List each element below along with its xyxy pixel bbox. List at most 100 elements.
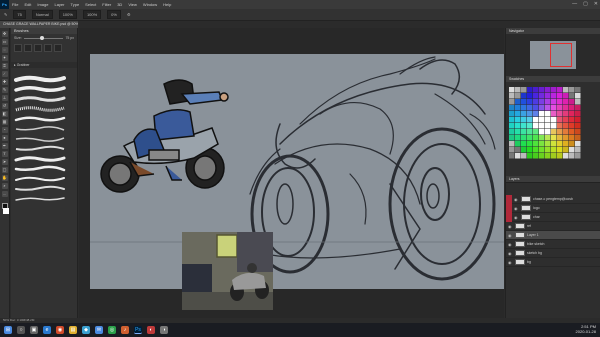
eraser-tool-icon[interactable]: ◧ [1,111,8,117]
color-swatch[interactable] [569,117,575,123]
color-swatch[interactable] [575,153,581,159]
brush-preset[interactable] [14,170,74,182]
layer-row[interactable]: ◉ chase-c pengtemp@oosb [506,194,600,204]
path-select-tool-icon[interactable]: ➤ [1,159,8,165]
taskbar-app-icon[interactable]: ◐ [147,326,155,334]
layer-row[interactable]: ◉ logo [506,203,600,213]
menu-image[interactable]: Image [34,2,51,7]
navigator-viewport[interactable] [550,43,572,67]
color-swatch[interactable] [527,111,533,117]
color-swatch[interactable] [569,129,575,135]
layer-row[interactable]: ◉ bg [506,258,600,267]
blend-mode-select[interactable]: Normal [31,10,53,19]
color-swatch[interactable] [515,105,521,111]
color-swatch[interactable] [521,105,527,111]
maximize-button[interactable]: ▢ [583,1,588,7]
brush-preset[interactable] [14,90,74,102]
color-swatch[interactable] [533,87,539,93]
pen-tool-icon[interactable]: ✒ [1,143,8,149]
color-swatch[interactable] [557,105,563,111]
flow-field[interactable]: 100% [82,10,102,19]
color-swatch[interactable] [575,99,581,105]
history-brush-tool-icon[interactable]: ↺ [1,103,8,109]
move-tool-icon[interactable]: ✥ [1,31,8,37]
taskbar-app-icon[interactable]: Ps [134,326,142,334]
color-swatch[interactable] [509,147,515,153]
color-swatch[interactable] [515,93,521,99]
color-swatch[interactable] [575,123,581,129]
lasso-tool-icon[interactable]: ◌ [1,47,8,53]
color-swatch[interactable] [527,105,533,111]
color-swatch[interactable] [545,135,551,141]
color-swatch[interactable] [527,117,533,123]
color-swatch[interactable] [539,105,545,111]
color-swatch[interactable] [563,93,569,99]
recent-brush[interactable] [14,44,22,52]
layer-row[interactable]: ◉ ref [506,222,600,231]
navigator-panel[interactable] [506,34,600,76]
color-swatch[interactable] [563,147,569,153]
eyedropper-tool-icon[interactable]: ⁄ [1,71,8,77]
color-swatch[interactable] [563,135,569,141]
color-swatch[interactable] [545,99,551,105]
menu-file[interactable]: File [9,2,21,7]
stamp-tool-icon[interactable]: ⊥ [1,95,8,101]
color-swatch[interactable] [521,93,527,99]
taskbar-app-icon[interactable]: ✉ [95,326,103,334]
color-swatch[interactable] [539,111,545,117]
color-swatch[interactable] [569,141,575,147]
menu-view[interactable]: View [125,2,140,7]
recent-brush[interactable] [34,44,42,52]
zoom-tool-icon[interactable]: ⌕ [1,183,8,189]
brush-tool-icon[interactable]: ✎ [4,12,7,17]
color-wheel[interactable] [509,87,581,159]
color-swatch[interactable] [509,87,515,93]
dodge-tool-icon[interactable]: ● [1,135,8,141]
start-button[interactable]: ⊞ [4,326,12,334]
background-color-swatch[interactable] [3,208,9,214]
color-swatch[interactable] [509,111,515,117]
eye-icon[interactable]: ◉ [514,197,519,202]
color-swatch[interactable] [545,153,551,159]
color-swatch[interactable] [551,135,557,141]
color-swatch[interactable] [533,129,539,135]
color-swatch[interactable] [521,111,527,117]
color-swatch[interactable] [521,87,527,93]
document-tab[interactable]: CHASE GRACE WALLPAPER BIKE.psd @ 50% (La… [0,21,78,28]
brush-preset[interactable] [14,150,74,162]
color-swatch[interactable] [569,93,575,99]
color-swatch[interactable] [533,117,539,123]
color-swatch[interactable] [575,147,581,153]
type-tool-icon[interactable]: T [1,151,8,157]
color-swatch[interactable] [533,93,539,99]
menu-type[interactable]: Type [68,2,83,7]
color-swatch[interactable] [551,141,557,147]
color-swatch[interactable] [539,129,545,135]
color-swatch[interactable] [515,117,521,123]
close-button[interactable]: ✕ [594,1,598,7]
brush-preset[interactable] [14,80,74,93]
color-swatch[interactable] [557,93,563,99]
color-swatch[interactable] [509,93,515,99]
color-swatch[interactable] [563,153,569,159]
marquee-tool-icon[interactable]: ▭ [1,39,8,45]
gear-icon[interactable]: ⚙ [127,12,131,17]
color-swatch[interactable] [515,123,521,129]
color-swatch[interactable] [515,147,521,153]
color-swatch[interactable] [509,123,515,129]
color-swatch[interactable] [515,87,521,93]
color-swatch[interactable] [569,99,575,105]
color-swatch[interactable] [539,93,545,99]
eye-icon[interactable]: ◉ [514,215,519,220]
recent-brush[interactable] [24,44,32,52]
brush-preset[interactable] [14,110,74,122]
color-swatch[interactable] [569,111,575,117]
color-swatch[interactable] [533,123,539,129]
color-swatch[interactable] [557,99,563,105]
color-swatch[interactable] [539,117,545,123]
taskbar-app-icon[interactable]: e [43,326,51,334]
color-swatch[interactable] [515,129,521,135]
system-tray-clock[interactable]: 2:51 PM 2020-01-28 [576,324,596,334]
color-swatch[interactable] [533,105,539,111]
hand-tool-icon[interactable]: ✋ [1,175,8,181]
